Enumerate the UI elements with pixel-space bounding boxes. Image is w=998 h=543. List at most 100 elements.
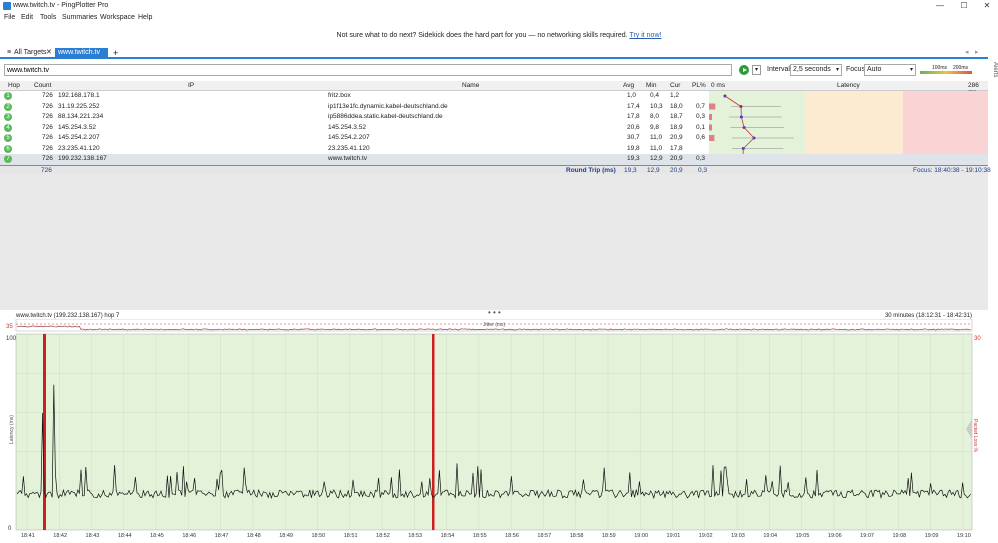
x-tick-label: 19:00 — [634, 533, 648, 539]
table-row[interactable]: 3 726 88.134.221.234 ip5886ddea.static.kabe… — [0, 112, 988, 123]
tab-twitch[interactable]: www.twitch.tv ✓ — [55, 48, 108, 66]
col-min[interactable]: Min — [646, 82, 656, 89]
hop-name: 23.235.41.120 — [328, 144, 370, 152]
close-tab-icon[interactable]: ✕ — [43, 48, 55, 58]
splitter-handle[interactable]: • • • — [488, 308, 501, 317]
x-tick-label: 19:06 — [828, 533, 842, 539]
hop-pl: 0,3 — [696, 155, 706, 162]
col-name[interactable]: Name — [462, 82, 479, 89]
table-row[interactable]: 2 726 31.19.225.252 ip1f13e1fc.dynamic.kabe… — [0, 102, 988, 113]
table-row[interactable]: 6 726 23.235.41.120 23.235.41.120 19,8 11,0 17… — [0, 144, 988, 155]
x-tick-label: 18:46 — [182, 533, 196, 539]
menu-file[interactable]: File — [4, 14, 15, 21]
menu-bar: File Edit Tools Summaries Workspace Help — [0, 13, 998, 24]
col-hop[interactable]: Hop — [8, 82, 20, 89]
menu-help[interactable]: Help — [138, 14, 152, 21]
play-dropdown[interactable]: ▾ — [752, 65, 761, 75]
hop-name: www.twitch.tv — [328, 155, 368, 162]
col-ip[interactable]: IP — [188, 82, 194, 89]
col-cur[interactable]: Cur — [670, 82, 680, 89]
menu-edit[interactable]: Edit — [21, 14, 33, 21]
hop-cur: 17,8 — [670, 144, 683, 152]
menu-workspace[interactable]: Workspace — [100, 14, 135, 21]
packet-loss-bar — [432, 334, 435, 530]
x-tick-label: 19:10 — [957, 533, 971, 539]
empty-area — [0, 174, 988, 310]
hop-avg: 30,7 — [627, 134, 640, 141]
hop-name: ip5886ddea.static.kabel-deutschland.de — [328, 113, 443, 120]
table-row[interactable]: 1 726 192.168.178.1 fritz.box 1,0 0,4 1,2 — [0, 91, 988, 102]
table-row[interactable]: 5 726 145.254.2.207 145.254.2.207 30,7 11,0 20… — [0, 133, 988, 144]
hop-avg: 20,6 — [627, 123, 640, 131]
hop-ip: 192.168.178.1 — [58, 92, 100, 99]
hop-ip: 31.19.225.252 — [58, 102, 100, 110]
menu-tools[interactable]: Tools — [40, 14, 56, 21]
x-tick-label: 19:01 — [667, 533, 681, 539]
hop-avg: 19,8 — [627, 144, 640, 152]
hop-min: 9,8 — [650, 123, 660, 131]
x-tick-label: 18:52 — [376, 533, 390, 539]
jitter-max: 35 — [6, 324, 13, 330]
sidekick-banner: Not sure what to do next? Sidekick does … — [0, 32, 998, 44]
rt-avg: 19,3 — [624, 167, 637, 174]
x-tick-label: 18:54 — [441, 533, 455, 539]
hop-name: 145.254.3.52 — [328, 123, 366, 131]
hop-pl: 0,1 — [696, 123, 706, 131]
hop-pl: 0,3 — [696, 113, 706, 120]
x-tick-label: 19:05 — [796, 533, 810, 539]
col-latency[interactable]: Latency — [837, 82, 860, 89]
app-icon — [3, 2, 11, 10]
target-input[interactable] — [4, 64, 732, 76]
focus-label: Focus — [846, 66, 866, 73]
x-tick-label: 19:08 — [892, 533, 906, 539]
scale-bar — [920, 71, 972, 74]
col-pl[interactable]: PL% — [692, 82, 706, 89]
hop-name: ip1f13e1fc.dynamic.kabel-deutschland.de — [328, 102, 448, 110]
rt-cur: 20,9 — [670, 167, 683, 174]
hop-ip: 23.235.41.120 — [58, 144, 100, 152]
hop-name: 145.254.2.207 — [328, 134, 370, 141]
hop-table: 1 726 192.168.178.1 fritz.box 1,0 0,4 1,2 2 726 3… — [0, 91, 988, 165]
col-count[interactable]: Count — [34, 82, 51, 89]
hop-min: 12,9 — [650, 155, 663, 162]
minimize-button[interactable]: — — [932, 1, 948, 11]
rt-pl: 0,3 — [698, 167, 708, 174]
x-tick-label: 18:50 — [311, 533, 325, 539]
hop-avg: 1,0 — [627, 92, 637, 99]
rt-min: 12,9 — [647, 167, 660, 174]
hop-ip: 145.254.3.52 — [58, 123, 96, 131]
tab-scroll-left-icon[interactable]: ◂ — [962, 48, 972, 58]
hop-number: 4 — [4, 123, 12, 132]
menu-summaries[interactable]: Summaries — [62, 14, 97, 21]
hop-count: 726 — [42, 155, 53, 162]
hop-cur: 18,7 — [670, 113, 683, 120]
rt-count: 726 — [41, 167, 52, 174]
focus-select[interactable]: Auto ▾ — [864, 64, 916, 76]
hop-cur: 18,0 — [670, 102, 683, 110]
x-tick-label: 18:42 — [53, 533, 67, 539]
close-button[interactable]: ✕ — [979, 1, 995, 11]
hop-number: 6 — [4, 144, 12, 153]
hop-number: 3 — [4, 113, 12, 121]
col-avg[interactable]: Avg — [623, 82, 634, 89]
x-tick-label: 18:51 — [344, 533, 358, 539]
hop-min: 10,3 — [650, 102, 663, 110]
right-label: Packet Loss % — [972, 419, 978, 453]
add-tab-button[interactable]: + — [110, 48, 121, 58]
latency-graph: 35 Jitter (ms) 100 0 30 Latency (ms) Pac… — [6, 319, 981, 539]
table-row[interactable]: 7 726 199.232.138.167 www.twitch.tv 19,3 12,9… — [0, 154, 988, 165]
interval-select[interactable]: 2,5 seconds ▾ — [790, 64, 842, 76]
hop-min: 11,0 — [650, 134, 663, 141]
banner-link[interactable]: Try it now! — [629, 32, 661, 39]
col-zero: 0 ms — [711, 82, 726, 89]
packet-loss-bar — [43, 334, 46, 530]
alerts-panel[interactable]: Alerts — [988, 60, 998, 80]
tab-twitch-label: www.twitch.tv — [58, 49, 101, 56]
latency-scale: 100ms 200ms — [920, 65, 972, 74]
x-tick-label: 18:47 — [215, 533, 229, 539]
maximize-button[interactable]: ☐ — [956, 1, 972, 11]
table-row[interactable]: 4 726 145.254.3.52 145.254.3.52 20,6 9,8 18,9 0… — [0, 123, 988, 134]
tab-scroll-right-icon[interactable]: ▸ — [972, 48, 982, 58]
hop-count: 726 — [42, 144, 53, 152]
play-icon[interactable] — [739, 65, 749, 75]
